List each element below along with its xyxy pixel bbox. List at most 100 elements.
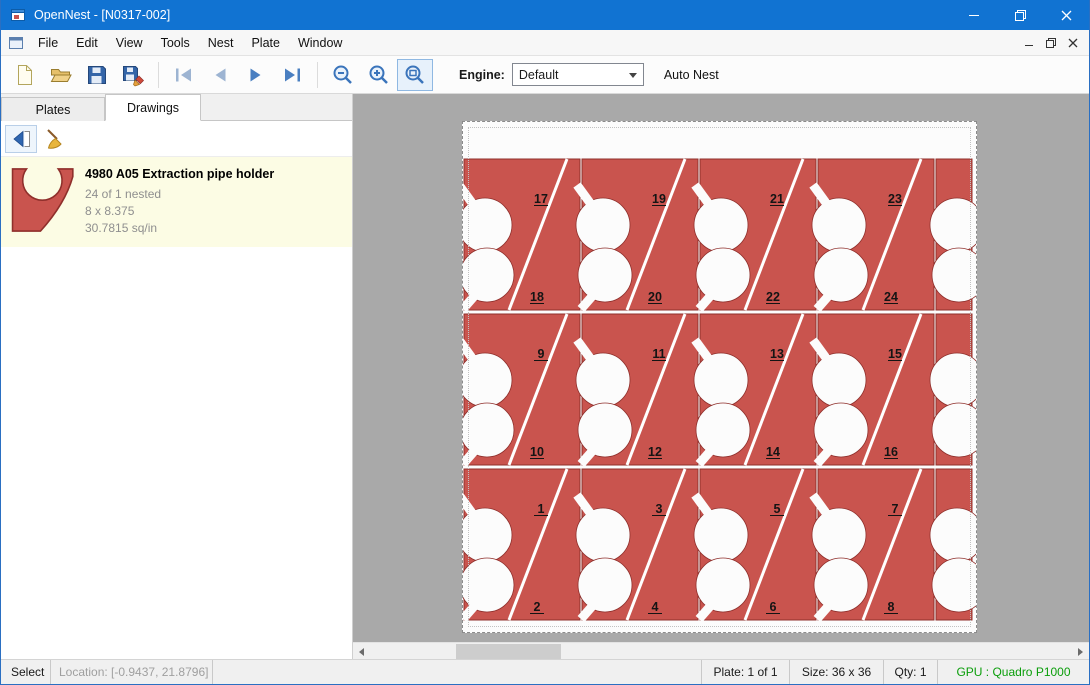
status-plate-size: Size: 36 x 36 [789, 660, 883, 684]
drawing-title: 4980 A05 Extraction pipe holder [85, 167, 274, 181]
save-icon [85, 63, 109, 87]
next-plate-button[interactable] [238, 59, 274, 91]
pipe-cutout [812, 508, 866, 562]
pipe-cutout [576, 508, 630, 562]
pipe-cutout [694, 508, 748, 562]
zoom-fit-icon [403, 63, 427, 87]
nest-svg: 171819202122232491011121314151612345678 [463, 122, 976, 632]
send-to-plate-button[interactable] [5, 125, 37, 153]
menu-tools[interactable]: Tools [152, 30, 199, 55]
nest-pair-15-16[interactable]: 1516 [812, 314, 934, 465]
part-number: 19 [652, 192, 666, 206]
part-number: 11 [652, 347, 665, 361]
drawing-info: 4980 A05 Extraction pipe holder 24 of 1 … [85, 165, 274, 237]
drawing-area: 30.7815 sq/in [85, 220, 274, 237]
part-number: 17 [534, 192, 548, 206]
mdi-close-button[interactable] [1062, 33, 1084, 53]
save-button[interactable] [79, 59, 115, 91]
tab-drawings[interactable]: Drawings [105, 94, 201, 121]
mdi-restore-button[interactable] [1040, 33, 1062, 53]
nest-pair-11-12[interactable]: 11 12 [576, 314, 698, 465]
last-arrow-icon [280, 63, 304, 87]
horizontal-scrollbar[interactable] [353, 642, 1089, 659]
part-number: 23 [888, 192, 902, 206]
nest-pair-partial[interactable] [930, 469, 976, 620]
part-number: 3 [656, 502, 663, 516]
part-number: 8 [888, 600, 895, 614]
restore-button[interactable] [997, 0, 1043, 30]
arrow-left-icon [10, 129, 32, 149]
menu-plate[interactable]: Plate [242, 30, 289, 55]
scroll-left-arrow[interactable] [353, 643, 370, 659]
zoom-out-button[interactable] [325, 59, 361, 91]
next-arrow-icon [244, 63, 268, 87]
nest-canvas[interactable]: 171819202122232491011121314151612345678 [353, 94, 1089, 659]
menu-view[interactable]: View [107, 30, 152, 55]
engine-select[interactable]: Default [512, 63, 644, 86]
toolbar-separator [158, 62, 159, 88]
scroll-right-arrow[interactable] [1072, 643, 1089, 659]
plate-sheet[interactable]: 171819202122232491011121314151612345678 [462, 121, 977, 633]
nest-pair-5-6[interactable]: 56 [694, 469, 816, 620]
nest-pair-partial[interactable] [930, 314, 976, 465]
menu-file[interactable]: File [29, 30, 67, 55]
nest-pair-partial[interactable] [930, 159, 976, 310]
window-title: OpenNest - [N0317-002] [34, 8, 170, 22]
zoom-in-icon [367, 63, 391, 87]
main-toolbar: Engine: Default Auto Nest [1, 56, 1089, 94]
menu-window[interactable]: Window [289, 30, 351, 55]
part-number: 2 [534, 600, 541, 614]
part-number: 9 [538, 347, 545, 361]
minimize-button[interactable] [951, 0, 997, 30]
nest-pair-7-8[interactable]: 78 [812, 469, 934, 620]
menu-nest[interactable]: Nest [199, 30, 243, 55]
first-plate-button[interactable] [166, 59, 202, 91]
part-number: 7 [892, 502, 899, 516]
nest-pair-3-4[interactable]: 34 [576, 469, 698, 620]
auto-nest-button[interactable]: Auto Nest [664, 68, 719, 82]
pipe-cutout [578, 403, 632, 457]
content-area: Plates Drawings [1, 94, 1089, 659]
engine-label: Engine: [459, 68, 505, 82]
part-number: 10 [530, 445, 544, 459]
nest-pair-21-22[interactable]: 2122 [694, 159, 816, 310]
drawing-nested-count: 24 of 1 nested [85, 186, 274, 203]
open-button[interactable] [43, 59, 79, 91]
save-edit-icon [121, 63, 145, 87]
part-number: 20 [648, 290, 662, 304]
pipe-cutout [694, 353, 748, 407]
zoom-in-button[interactable] [361, 59, 397, 91]
nest-pair-13-14[interactable]: 13 14 [694, 314, 816, 465]
nest-pair-23-24[interactable]: 2324 [812, 159, 934, 310]
part-number: 18 [530, 290, 544, 304]
clean-button[interactable] [40, 125, 72, 153]
chevron-down-icon [629, 73, 637, 78]
part-number: 12 [648, 445, 662, 459]
previous-plate-button[interactable] [202, 59, 238, 91]
part-number: 14 [766, 445, 780, 459]
pipe-cutout [812, 353, 866, 407]
opennest-window: OpenNest - [N0317-002] FileEdi [0, 0, 1090, 685]
nest-pair-1-2[interactable]: 12 [463, 469, 580, 620]
menu-edit[interactable]: Edit [67, 30, 107, 55]
tab-plates[interactable]: Plates [1, 97, 105, 121]
part-number: 13 [770, 347, 784, 361]
scroll-thumb[interactable] [456, 644, 561, 659]
nest-pair-9-10[interactable]: 9 10 [463, 314, 580, 465]
drawing-list-item[interactable]: 4980 A05 Extraction pipe holder 24 of 1 … [1, 157, 352, 247]
nest-pair-17-18[interactable]: 1718 [463, 159, 580, 310]
last-plate-button[interactable] [274, 59, 310, 91]
document-icon[interactable] [1, 30, 29, 55]
new-button[interactable] [7, 59, 43, 91]
nest-pair-19-20[interactable]: 1920 [576, 159, 698, 310]
status-gpu: GPU : Quadro P1000 [937, 660, 1089, 684]
mdi-minimize-button[interactable] [1018, 33, 1040, 53]
toolbar-separator [317, 62, 318, 88]
save-as-button[interactable] [115, 59, 151, 91]
zoom-fit-button[interactable] [397, 59, 433, 91]
part-number: 21 [770, 192, 784, 206]
mdi-close-icon [1068, 38, 1078, 48]
status-plate-count: Plate: 1 of 1 [701, 660, 789, 684]
close-button[interactable] [1043, 0, 1089, 30]
pipe-cutout [812, 198, 866, 252]
